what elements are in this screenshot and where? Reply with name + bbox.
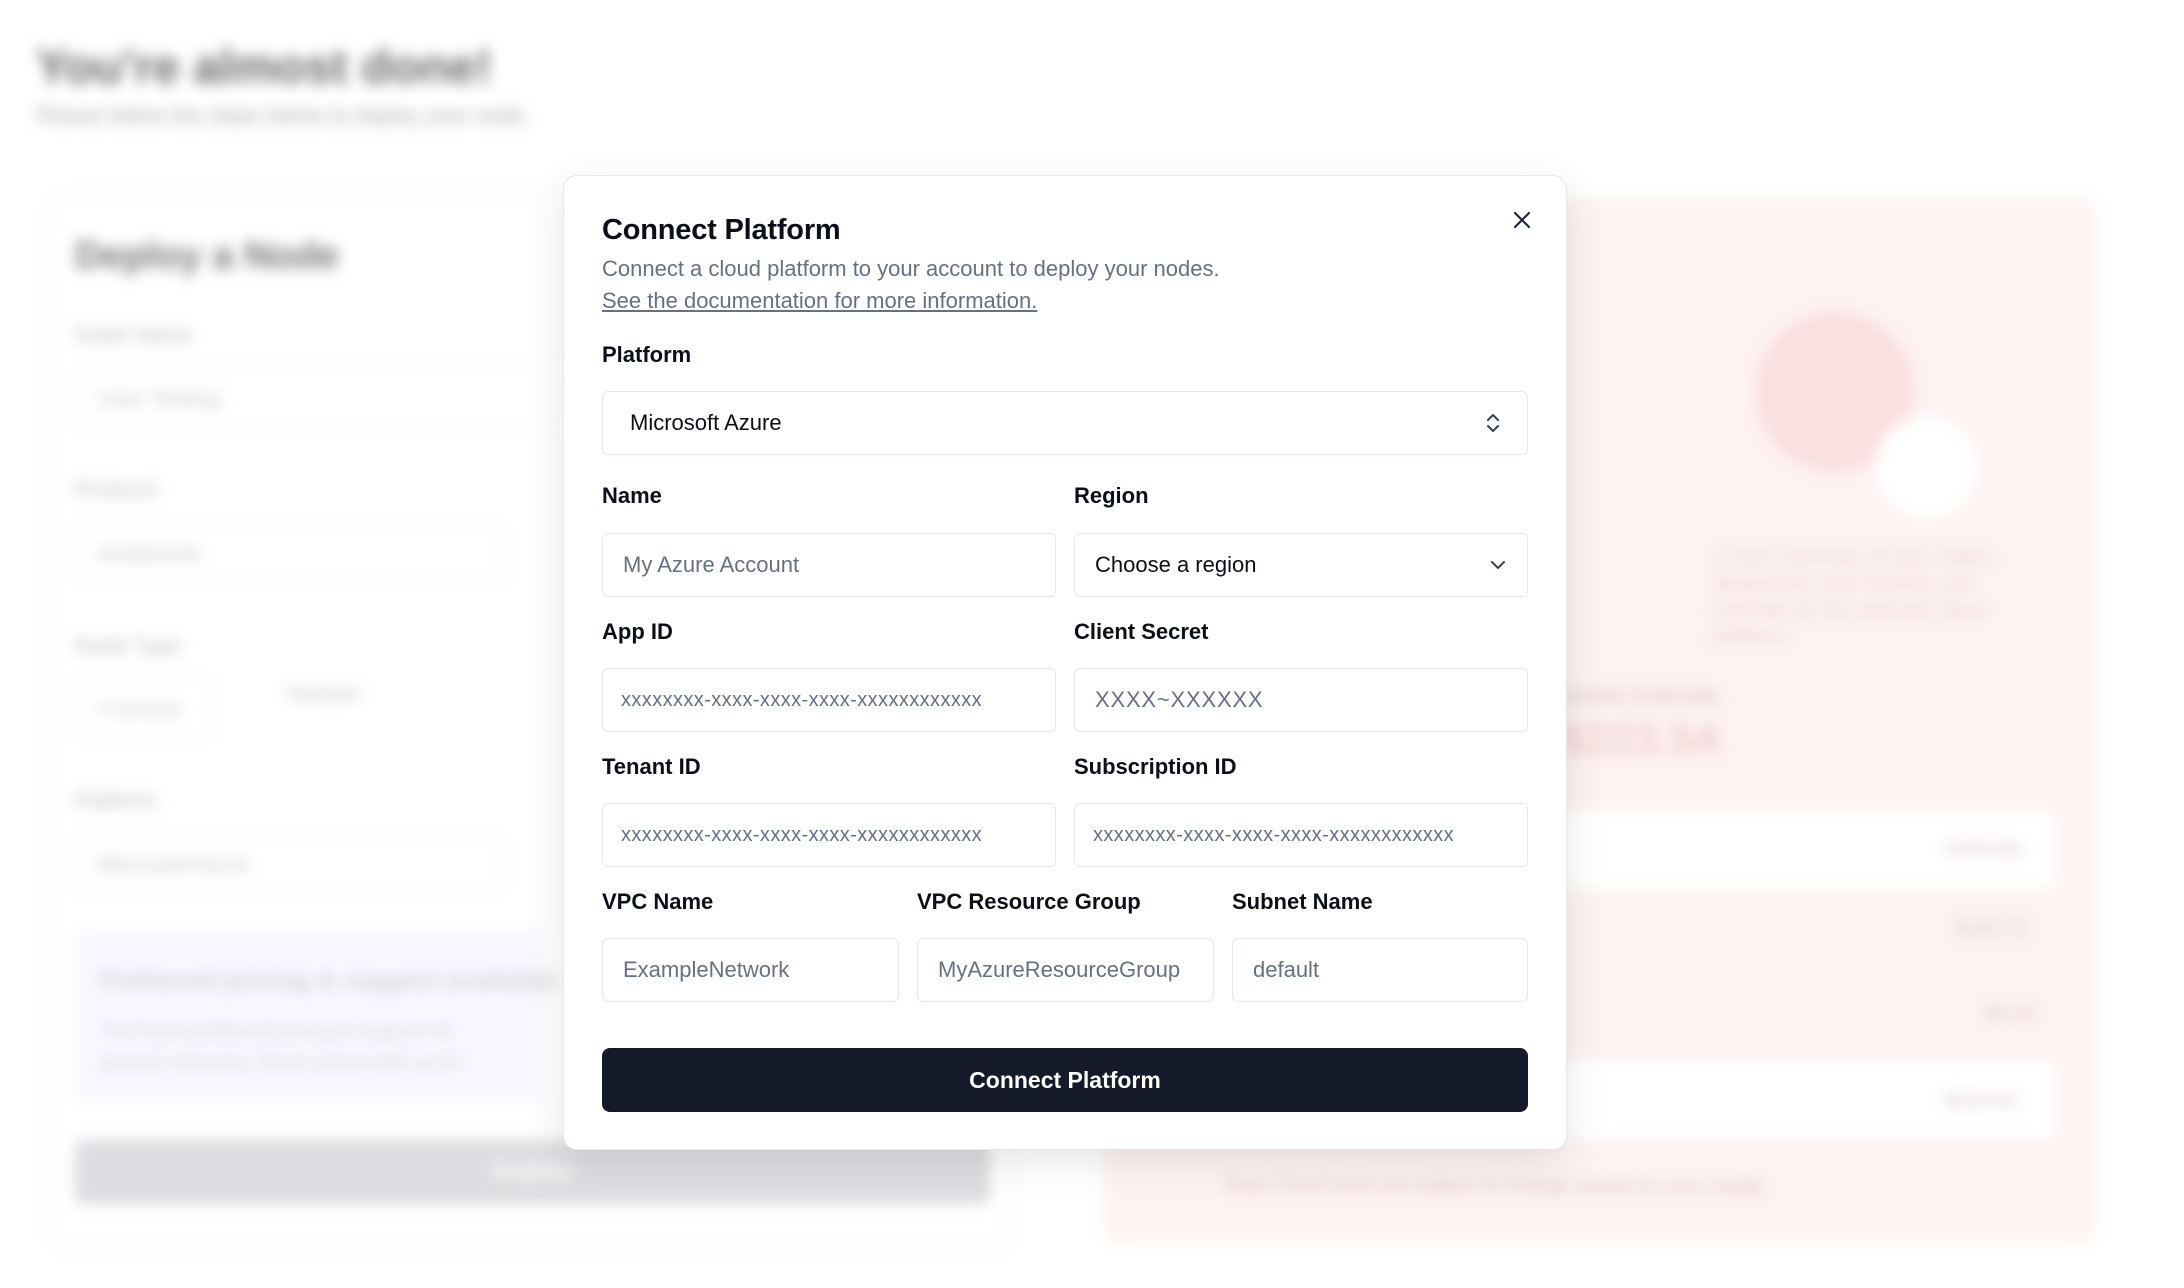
region-select[interactable]: Choose a region: [1074, 533, 1528, 597]
connect-platform-modal: Connect Platform Connect a cloud platfor…: [563, 175, 1567, 1150]
name-input[interactable]: [602, 533, 1056, 597]
name-label: Name: [602, 483, 662, 508]
client-secret-input[interactable]: [1074, 668, 1528, 732]
documentation-link[interactable]: See the documentation for more informati…: [602, 288, 1037, 314]
vpc-resource-group-label: VPC Resource Group: [917, 889, 1141, 914]
platform-select-value: Microsoft Azure: [630, 410, 782, 435]
vpc-name-input[interactable]: [602, 938, 899, 1002]
region-label: Region: [1074, 483, 1149, 508]
subnet-name-label: Subnet Name: [1232, 889, 1373, 914]
subscription-id-label: Subscription ID: [1074, 754, 1237, 779]
platform-select[interactable]: Microsoft Azure: [602, 391, 1528, 455]
app-id-label: App ID: [602, 619, 673, 644]
close-icon: [1513, 211, 1531, 229]
modal-description: Connect a cloud platform to your account…: [602, 256, 1220, 281]
chevron-up-down-icon: [1487, 414, 1499, 432]
subscription-id-input[interactable]: [1074, 803, 1528, 867]
close-button[interactable]: [1504, 202, 1540, 238]
region-select-value: Choose a region: [1095, 552, 1257, 577]
vpc-name-label: VPC Name: [602, 889, 714, 914]
app-id-input[interactable]: [602, 668, 1056, 732]
subnet-name-input[interactable]: [1232, 938, 1528, 1002]
connect-platform-button[interactable]: Connect Platform: [602, 1048, 1528, 1112]
tenant-id-input[interactable]: [602, 803, 1056, 867]
platform-label: Platform: [602, 342, 692, 367]
modal-title: Connect Platform: [602, 214, 841, 246]
tenant-id-label: Tenant ID: [602, 754, 701, 779]
client-secret-label: Client Secret: [1074, 619, 1209, 644]
chevron-down-icon: [1491, 561, 1505, 569]
vpc-resource-group-input[interactable]: [917, 938, 1214, 1002]
